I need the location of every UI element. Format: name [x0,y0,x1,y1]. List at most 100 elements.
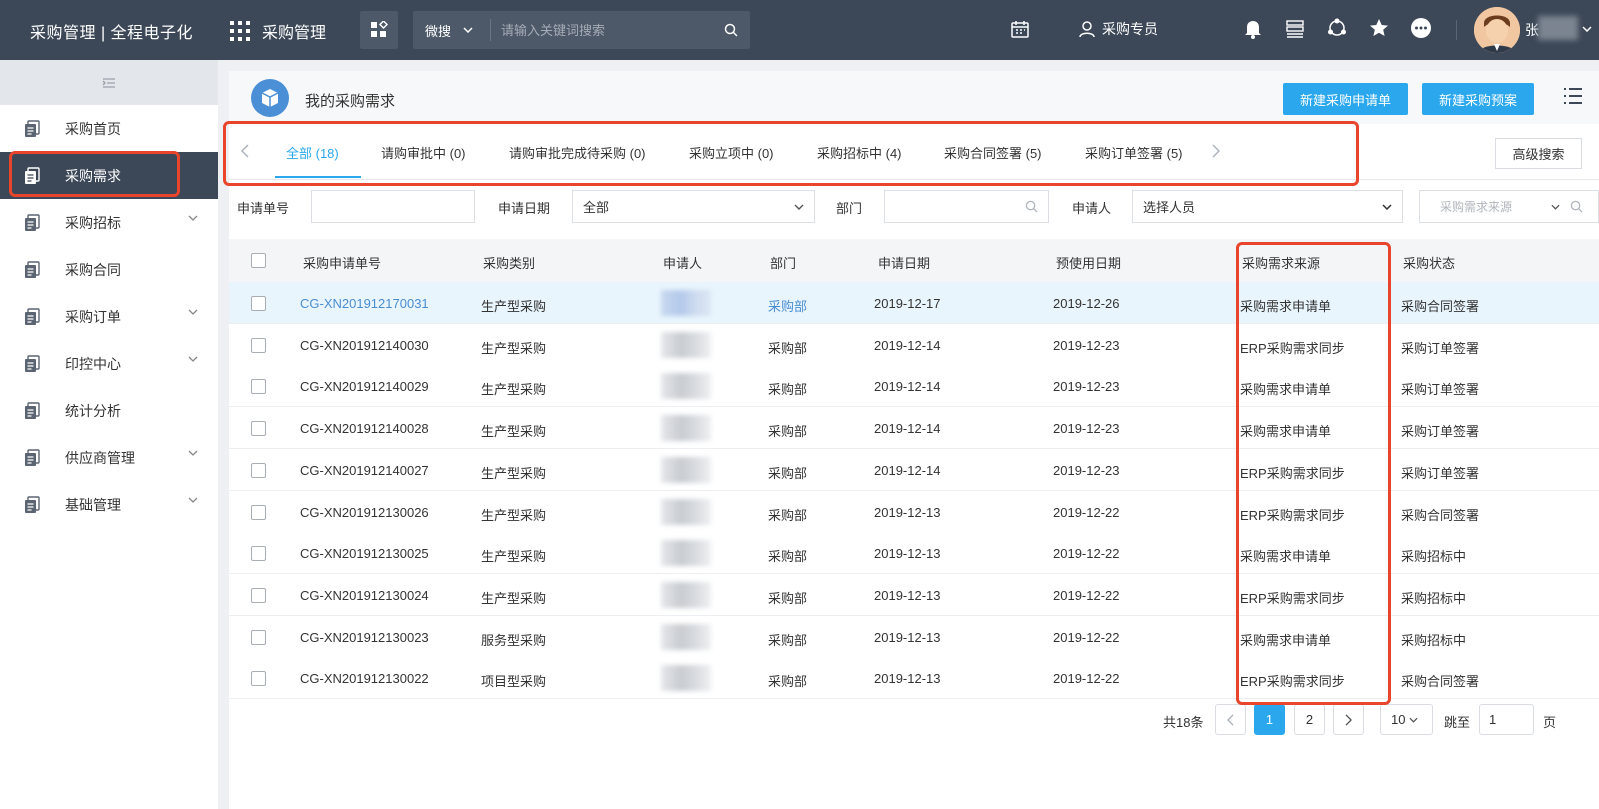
share-icon[interactable] [1326,17,1348,39]
username[interactable]: 张 [1525,20,1539,40]
page-size-value: 10 [1391,712,1406,727]
sidebar-item[interactable]: 采购需求 [0,152,218,199]
sidebar-item[interactable]: 基础管理 [0,481,218,528]
row-checkbox[interactable] [251,671,266,687]
more-icon[interactable] [1410,17,1432,39]
row-checkbox[interactable] [251,546,266,562]
row-checkbox[interactable] [251,296,266,311]
table-row[interactable]: CG-XN201912130026 生产型采购 采购部 2019-12-13 2019-… [229,490,1599,533]
avatar[interactable] [1474,7,1520,53]
next-page-button[interactable] [1333,704,1364,735]
advanced-search-button[interactable]: 高级搜索 [1495,138,1582,169]
sidebar-item-label: 印控中心 [65,355,121,372]
chevron-right-icon[interactable] [1212,144,1220,158]
sidebar-item[interactable]: 供应商管理 [0,434,218,481]
new-request-button[interactable]: 新建采购申请单 [1283,83,1409,115]
cell-no: CG-XN201912140028 [300,421,429,437]
table-row[interactable]: CG-XN201912130025 生产型采购 采购部 2019-12-13 2019-… [229,532,1599,575]
row-checkbox[interactable] [251,462,266,478]
search-icon[interactable] [1570,200,1583,213]
table-row[interactable]: CG-XN201912130023 服务型采购 采购部 2019-12-13 2019-… [229,615,1599,658]
cell-status: 采购订单签署 [1401,424,1480,440]
page-1-button[interactable]: 1 [1254,704,1285,735]
chevron-left-icon[interactable] [241,144,249,158]
new-plan-button[interactable]: 新建采购预案 [1422,83,1535,115]
sidebar-item[interactable]: 印控中心 [0,340,218,387]
chevron-down-icon [463,27,473,33]
page-unit: 页 [1543,715,1557,730]
search-input[interactable] [491,22,712,38]
tile-button[interactable] [360,11,398,49]
row-checkbox[interactable] [251,379,266,395]
tab[interactable]: 采购合同签署 (5) [944,143,1042,162]
tab[interactable]: 请购审批完成待采购 (0) [509,143,646,162]
table-row[interactable]: CG-XN201912140029 生产型采购 采购部 2019-12-14 2019-… [229,365,1599,408]
jump-page-input[interactable]: 1 [1479,704,1534,735]
order-no-input[interactable] [311,190,475,223]
sidebar-item[interactable]: 采购招标 [0,199,218,246]
sidebar-item[interactable]: 采购首页 [0,105,218,152]
cell-status: 采购招标中 [1401,632,1467,648]
cell-date: 2019-12-13 [874,587,941,603]
row-checkbox[interactable] [251,587,266,603]
dept-input[interactable] [884,190,1049,223]
dept-label: 部门 [836,201,863,216]
tab[interactable]: 采购招标中 (4) [817,143,902,162]
sidebar-item[interactable]: 采购合同 [0,246,218,293]
table-row[interactable]: CG-XN201912130024 生产型采购 采购部 2019-12-13 2019-… [229,573,1599,616]
page-size-select[interactable]: 10 [1380,704,1433,735]
search-button[interactable] [712,23,750,37]
chevron-down-icon[interactable] [1582,26,1592,32]
sidebar-item-label: 供应商管理 [65,449,135,466]
row-checkbox[interactable] [251,504,266,520]
document-icon [25,495,40,513]
cell-dept: 采购部 [768,340,808,356]
cell-dept[interactable]: 采购部 [768,296,807,315]
table-row[interactable]: CG-XN201912140027 生产型采购 采购部 2019-12-14 2019-… [229,448,1599,491]
role-switcher[interactable]: 采购专员 [1078,19,1158,39]
sidebar-item[interactable]: 统计分析 [0,387,218,434]
page-2-button[interactable]: 2 [1294,704,1325,735]
row-checkbox[interactable] [251,421,266,437]
column-header: 采购类别 [483,256,536,271]
select-all-checkbox[interactable] [251,253,266,268]
cell-no: CG-XN201912130025 [300,546,429,562]
sidebar-collapse-button[interactable] [0,60,218,105]
tab[interactable]: 采购立项中 (0) [689,143,774,162]
chevron-down-icon [1409,717,1419,723]
chevron-down-icon [188,356,198,362]
app-switcher[interactable]: 采购管理 [230,19,326,43]
cell-date: 2019-12-14 [874,421,941,437]
calendar-button[interactable] [1010,19,1030,42]
date-select[interactable]: 全部 [572,190,815,223]
star-icon[interactable] [1368,17,1390,39]
list-icon[interactable] [1563,87,1583,105]
table-row[interactable]: CG-XN201912130022 项目型采购 采购部 2019-12-13 2019-… [229,657,1599,700]
applicant-select[interactable]: 选择人员 [1132,190,1403,223]
date-label: 申请日期 [498,201,551,216]
cell-source: ERP采购需求同步 [1240,590,1345,606]
cell-dept: 采购部 [768,632,808,648]
table-row[interactable]: CG-XN201912140028 生产型采购 采购部 2019-12-14 2019-… [229,407,1599,450]
table-row[interactable]: CG-XN201912140030 生产型采购 采购部 2019-12-14 2019-… [229,323,1599,366]
search-type-select[interactable]: 微搜 [413,19,491,41]
tab[interactable]: 请购审批中 (0) [381,143,466,162]
cell-no[interactable]: CG-XN201912170031 [300,296,429,311]
sidebar-item-label: 采购首页 [65,120,121,137]
tab[interactable]: 采购订单签署 (5) [1085,143,1183,162]
search-icon[interactable] [1025,200,1038,213]
sidebar-item[interactable]: 采购订单 [0,293,218,340]
row-checkbox[interactable] [251,337,266,353]
cell-source: 采购需求申请单 [1240,299,1332,314]
cell-source: ERP采购需求同步 [1240,465,1345,481]
row-checkbox[interactable] [251,629,266,645]
server-icon[interactable] [1284,17,1306,39]
column-header: 采购状态 [1403,256,1456,271]
table-row[interactable]: CG-XN201912170031 生产型采购 采购部 2019-12-17 2019-… [229,282,1599,324]
source-select[interactable]: 采购需求来源 [1419,190,1599,223]
bell-icon[interactable] [1242,17,1264,39]
cell-dept: 采购部 [768,424,808,440]
tab[interactable]: 全部 (18) [286,143,339,162]
prev-page-button[interactable] [1215,704,1246,735]
username-redaction [1538,16,1578,40]
